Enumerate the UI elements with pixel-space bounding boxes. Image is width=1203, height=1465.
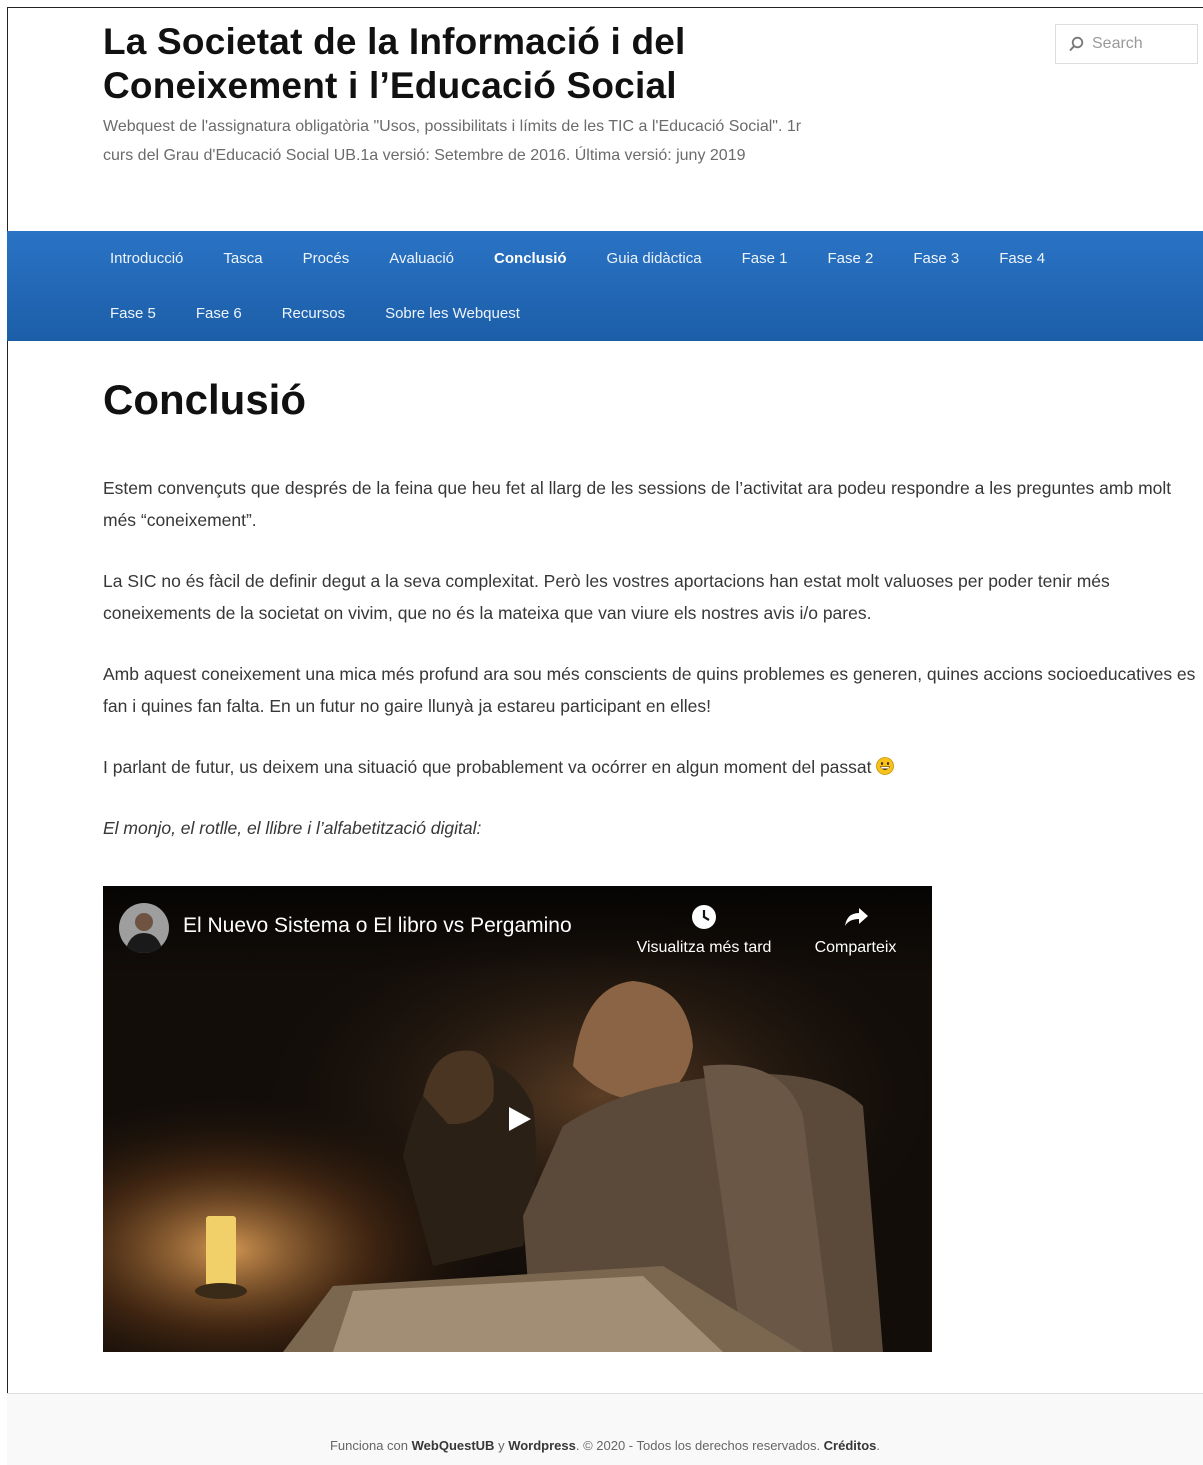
nav-item-fase-2[interactable]: Fase 2 [827,250,873,267]
nav-item-fase-6[interactable]: Fase 6 [196,305,242,322]
paragraph-2: La SIC no és fàcil de definir degut a la… [103,571,1110,623]
nav-row-1: Introducció Tasca Procés Avaluació Concl… [110,231,1085,286]
footer-end: . [876,1438,881,1453]
video-player[interactable]: El Nuevo Sistema o El libro vs Pergamino… [103,886,932,1352]
footer-prefix: Funciona con [329,1438,412,1453]
video-title[interactable]: El Nuevo Sistema o El libro vs Pergamino [183,914,572,938]
paragraph-4: I parlant de futur, us deixem una situac… [103,751,1198,783]
paragraph-1: Estem convençuts que després de la feina… [103,478,1172,530]
search-box[interactable] [1055,24,1198,64]
nav-item-fase-3[interactable]: Fase 3 [913,250,959,267]
nav-item-avaluacio[interactable]: Avaluació [389,250,454,267]
main-navigation: Introducció Tasca Procés Avaluació Concl… [7,231,1203,341]
share-icon [843,908,869,934]
footer-sep: y [494,1438,509,1453]
nav-item-recursos[interactable]: Recursos [282,305,345,322]
footer-text: Funciona con WebQuestUB y Wordpress. © 2… [7,1438,1203,1453]
nav-item-conclusio[interactable]: Conclusió [494,250,567,267]
site-footer: Funciona con WebQuestUB y Wordpress. © 2… [7,1393,1203,1465]
nav-item-tasca[interactable]: Tasca [223,250,262,267]
nav-item-fase-5[interactable]: Fase 5 [110,305,156,322]
share-button[interactable]: Comparteix [803,904,908,957]
nav-item-introduccio[interactable]: Introducció [110,250,183,267]
entry-content: Estem convençuts que després de la feina… [103,472,1198,873]
watch-later-button[interactable]: Visualitza més tard [623,904,785,957]
clock-icon [691,905,717,934]
footer-link-webquestub[interactable]: WebQuestUB [412,1438,495,1453]
footer-rights: . © 2020 - Todos los derechos reservados… [575,1438,824,1453]
footer-link-wordpress[interactable]: Wordpress [508,1438,576,1453]
search-icon [1068,36,1084,52]
nav-item-guia-didactica[interactable]: Guia didàctica [607,250,702,267]
nav-item-sobre-les-webquest[interactable]: Sobre les Webquest [385,305,520,322]
nav-row-2: Fase 5 Fase 6 Recursos Sobre les Webques… [110,286,560,341]
play-icon [509,1107,531,1131]
site-title[interactable]: La Societat de la Informació i del Conei… [103,20,863,108]
page-title: Conclusió [103,376,307,423]
paragraph-3: Amb aquest coneixement una mica més prof… [103,664,1196,716]
nav-item-proces[interactable]: Procés [303,250,350,267]
search-input[interactable] [1092,35,1187,53]
site-description: Webquest de l'assignatura obligatòria "U… [103,118,802,164]
video-caption: El monjo, el rotlle, el llibre i l’alfab… [103,818,482,838]
play-button[interactable] [497,1097,541,1141]
share-label: Comparteix [814,939,897,956]
grinning-face-icon [876,753,895,775]
watch-later-label: Visualitza més tard [636,939,772,956]
nav-item-fase-4[interactable]: Fase 4 [999,250,1045,267]
nav-item-fase-1[interactable]: Fase 1 [742,250,788,267]
footer-link-creditos[interactable]: Créditos [824,1438,877,1453]
channel-avatar[interactable] [119,903,169,953]
paragraph-4-text: I parlant de futur, us deixem una situac… [103,757,872,777]
